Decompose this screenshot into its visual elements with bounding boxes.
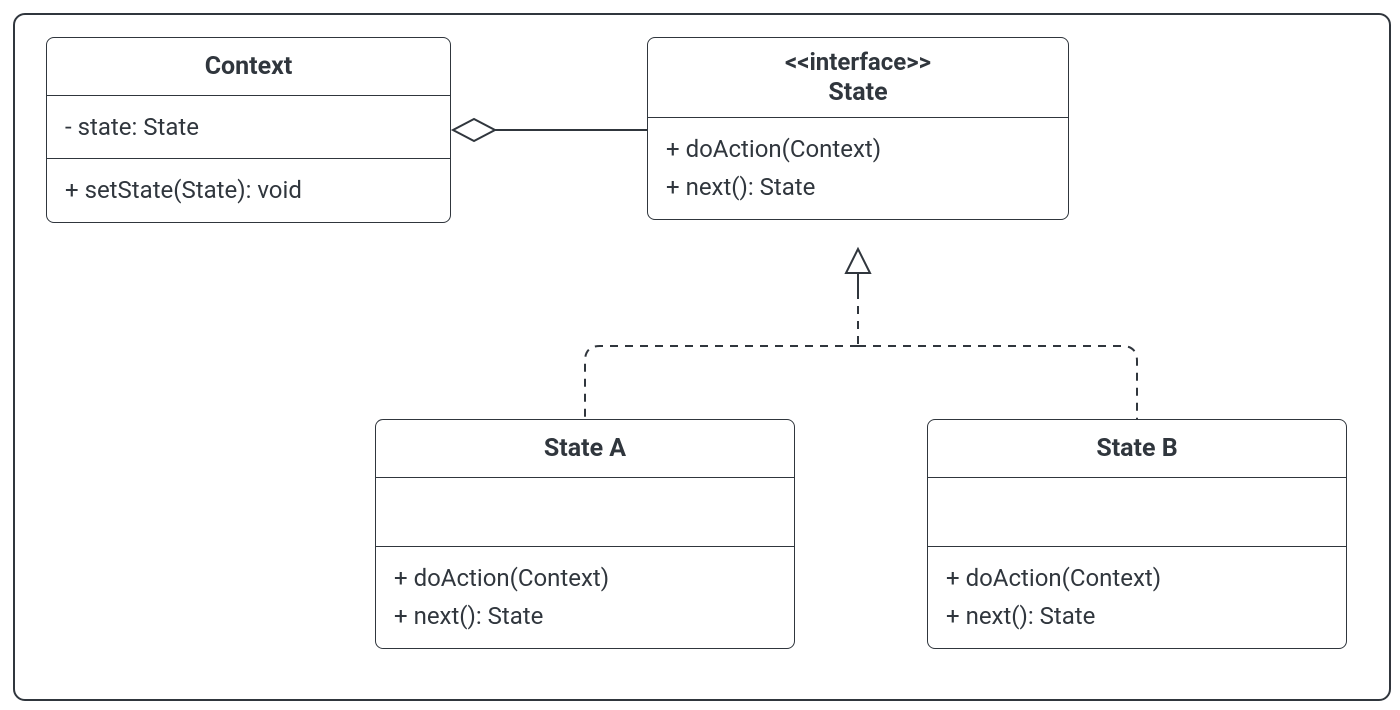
operation-text: + doAction(Context) [394,559,776,597]
class-title: State A [376,420,794,478]
operation-text: + doAction(Context) [666,130,1050,168]
class-context: Context - state: State + setState(State)… [46,37,451,223]
operations-compartment: + doAction(Context) + next(): State [376,547,794,648]
operations-compartment: + doAction(Context) + next(): State [928,547,1346,648]
class-title: State B [928,420,1346,478]
class-name-text: State B [1096,434,1177,463]
attributes-compartment [376,478,794,547]
class-name-text: State A [544,434,626,463]
class-state-b: State B + doAction(Context) + next(): St… [927,419,1347,649]
aggregation-connector [453,119,647,141]
operation-text: + next(): State [394,597,776,635]
class-title: <<interface>> State [648,38,1068,118]
realization-connectors [585,249,1137,419]
operation-text: + next(): State [946,597,1328,635]
class-name-text: State [666,78,1050,107]
attribute-text: - state: State [65,108,432,146]
operations-compartment: + doAction(Context) + next(): State [648,118,1068,219]
stereotype-text: <<interface>> [666,48,1050,76]
operation-text: + next(): State [666,168,1050,206]
class-state-a: State A + doAction(Context) + next(): St… [375,419,795,649]
class-name-text: Context [205,52,293,81]
operation-text: + doAction(Context) [946,559,1328,597]
operations-compartment: + setState(State): void [47,159,450,221]
attributes-compartment [928,478,1346,547]
attributes-compartment: - state: State [47,96,450,159]
operation-text: + setState(State): void [65,171,432,209]
interface-state: <<interface>> State + doAction(Context) … [647,37,1069,220]
class-title: Context [47,38,450,96]
diagram-frame: Context - state: State + setState(State)… [13,13,1391,701]
